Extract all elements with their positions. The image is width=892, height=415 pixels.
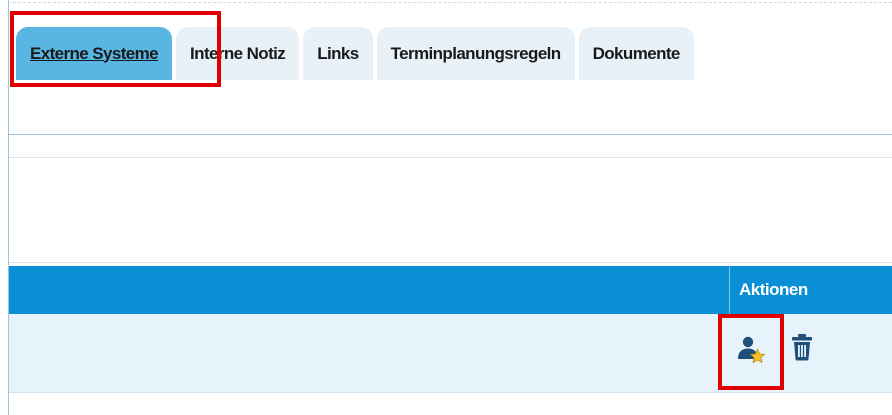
tab-label: Dokumente: [592, 43, 681, 63]
actions-column-header: Aktionen: [739, 280, 808, 299]
tab-dokumente[interactable]: Dokumente: [578, 27, 694, 80]
tab-content-divider: [9, 134, 892, 135]
top-divider: [8, 2, 892, 3]
tab-label: Interne Notiz: [190, 43, 286, 63]
section-divider: [9, 157, 892, 158]
tab-externe-systeme[interactable]: Externe Systeme: [16, 27, 173, 80]
tab-interne-notiz[interactable]: Interne Notiz: [176, 27, 300, 80]
trash-icon[interactable]: [790, 333, 814, 366]
tab-label: Terminplanungsregeln: [390, 43, 562, 63]
tab-label: Links: [317, 43, 359, 63]
column-divider: [729, 266, 730, 314]
table-top-divider: [9, 262, 892, 263]
tab-label: Externe Systeme: [30, 43, 159, 63]
tab-links[interactable]: Links: [303, 27, 373, 80]
user-star-icon[interactable]: [736, 334, 766, 369]
tab-terminplanungsregeln[interactable]: Terminplanungsregeln: [376, 27, 575, 80]
tab-bar: Externe Systeme Interne Notiz Links Term…: [16, 27, 694, 80]
